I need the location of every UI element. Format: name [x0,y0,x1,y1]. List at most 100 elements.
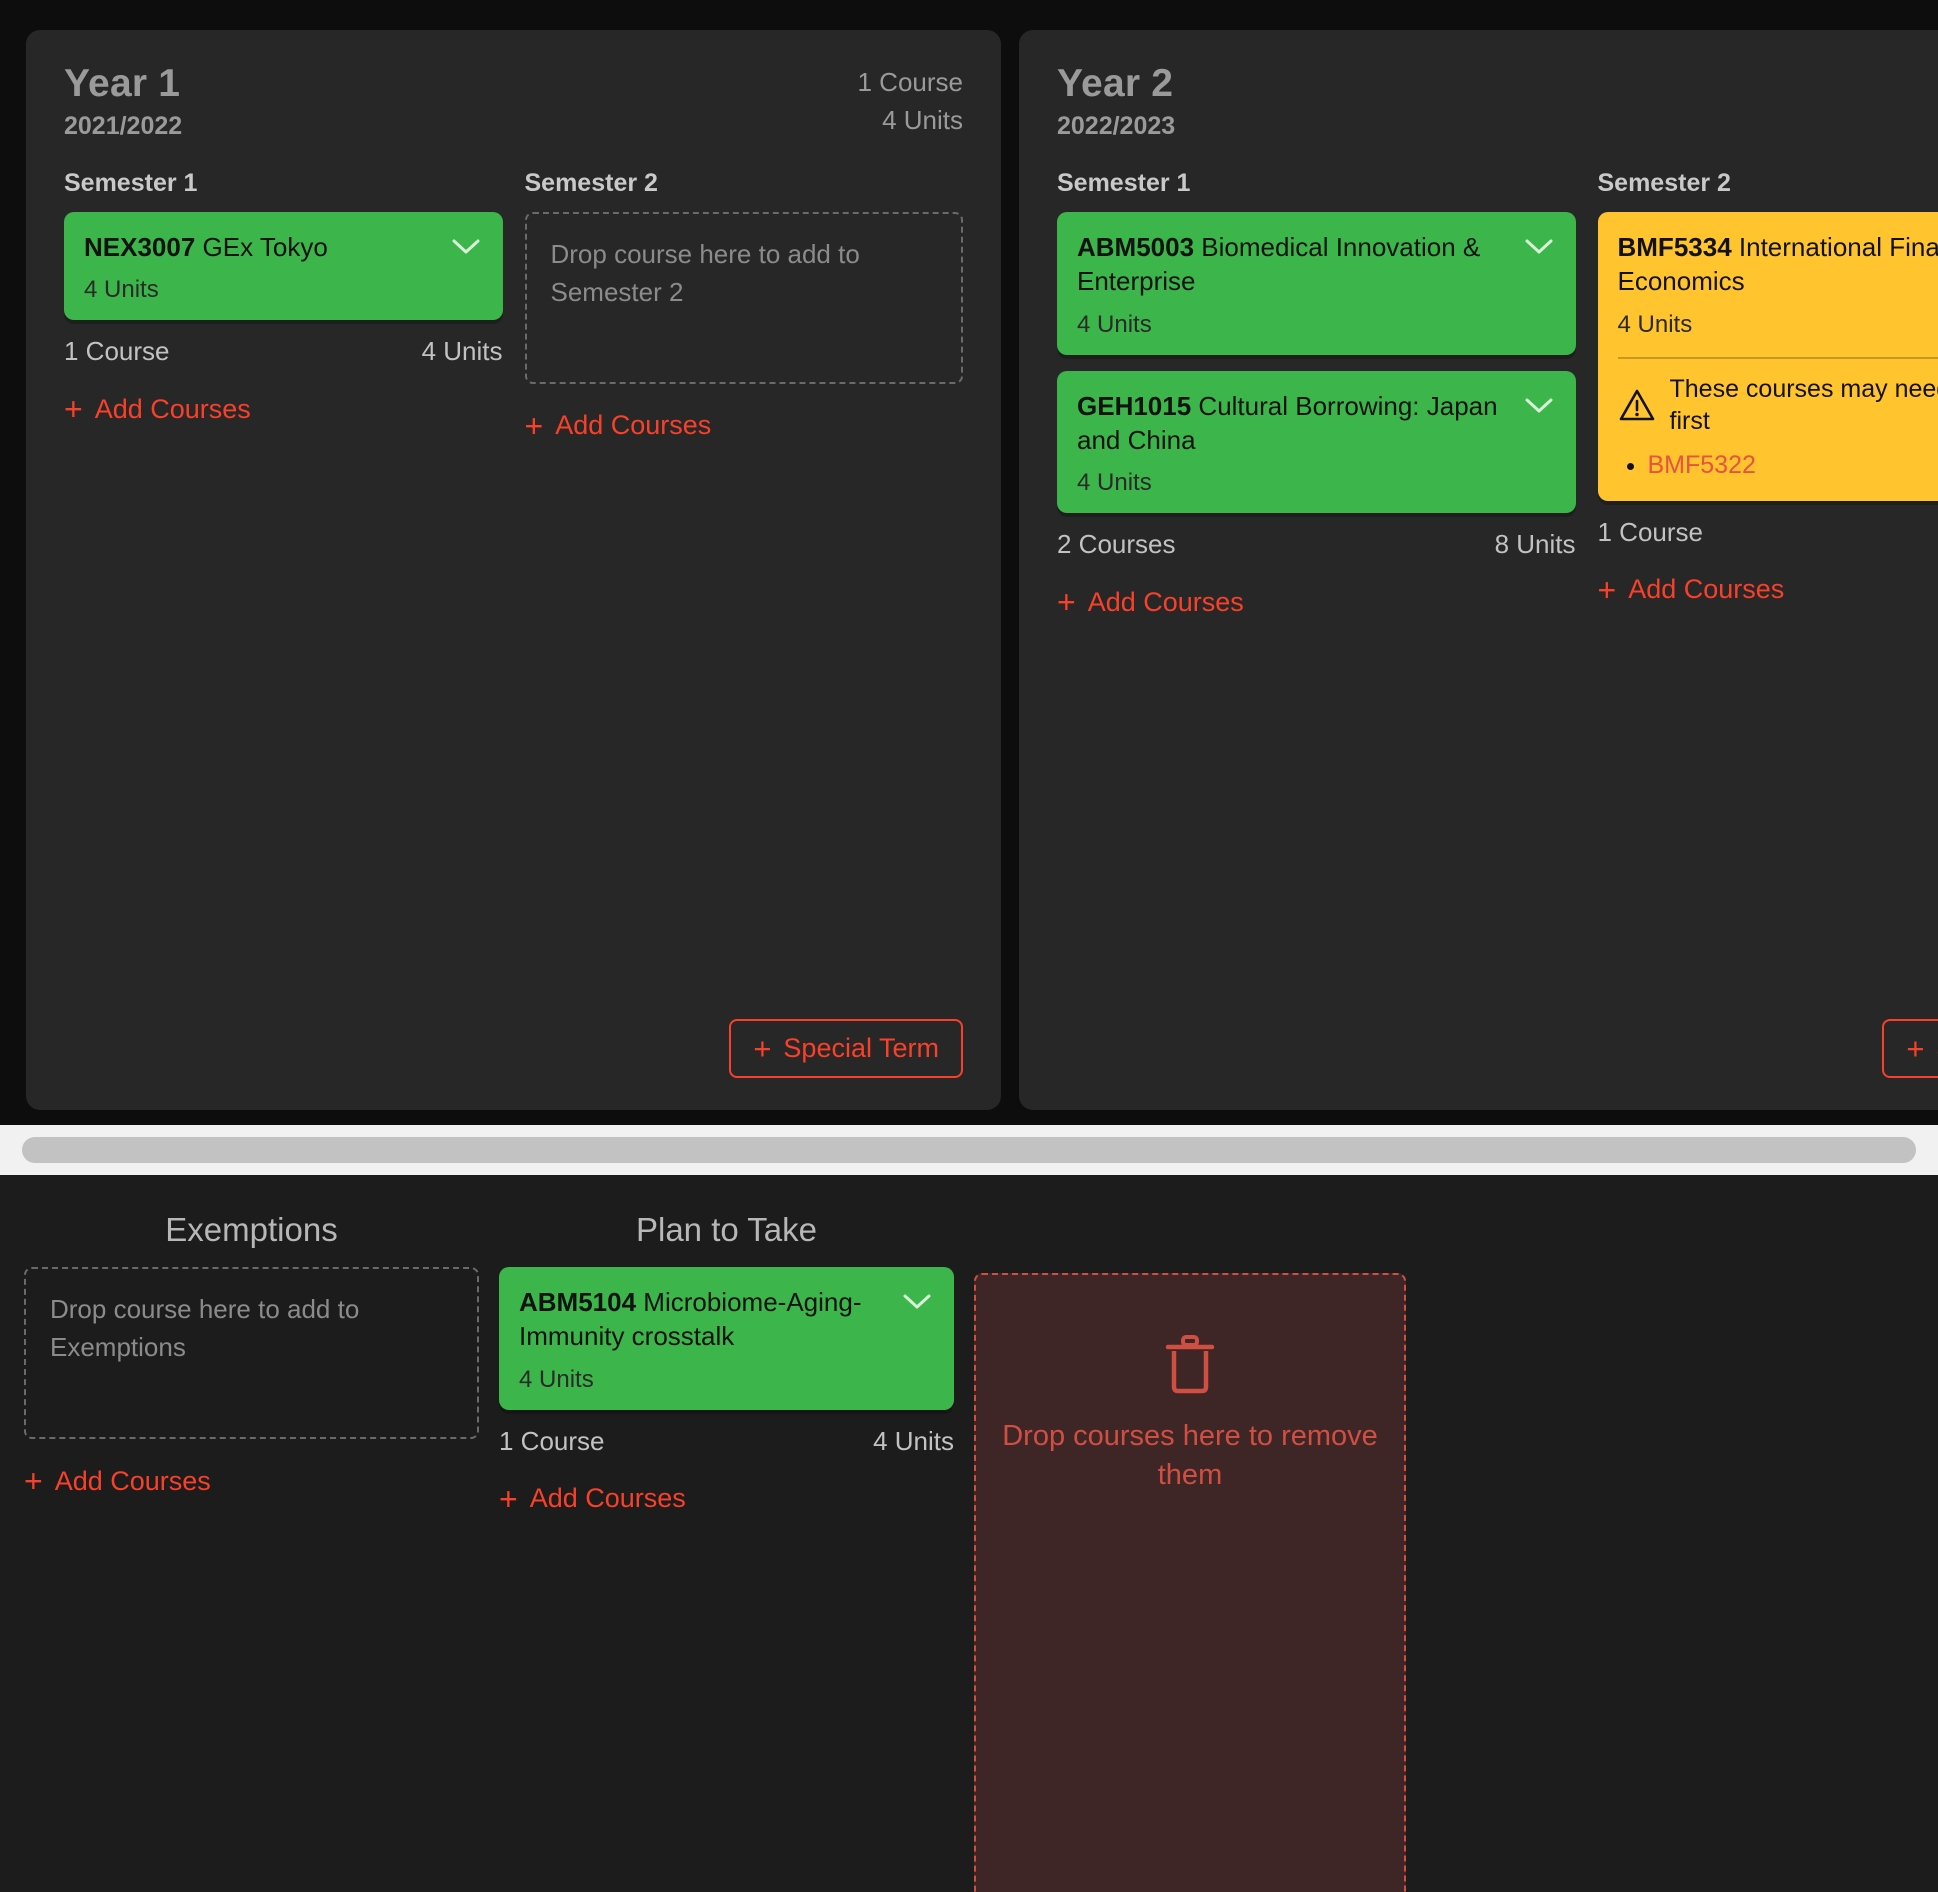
trash-column: Drop courses here to remove them [974,1211,1406,1892]
exemptions-column: Exemptions Drop course here to add to Ex… [24,1211,479,1497]
course-units: 4 Units [84,276,159,304]
course-title: GEH1015 Cultural Borrowing: Japan and Ch… [1077,389,1512,458]
special-term-label: Special Term [783,1033,939,1063]
course-title: ABM5104 Microbiome-Aging-Immunity crosst… [519,1285,890,1354]
horizontal-scrollbar[interactable] [0,1125,1938,1175]
semester-stats: 2 Courses 8 Units [1057,529,1576,560]
plan-courses-count: 1 Course [499,1425,605,1456]
chevron-down-icon[interactable] [1522,233,1556,259]
add-courses-button[interactable]: + Add Courses [525,410,712,442]
add-courses-button[interactable]: + Add Courses [1598,574,1785,606]
bottom-panel: Exemptions Drop course here to add to Ex… [0,1175,1938,1892]
course-units: 4 Units [1617,310,1693,338]
course-units: 4 Units [1077,469,1152,497]
plan-units-count: 4 Units [873,1425,954,1456]
prerequisite-warning: These courses may need to be taken first [1618,373,1938,438]
year-1-semester-2: Semester 2 Drop course here to add to Se… [524,168,963,442]
plus-icon: + [1597,571,1617,608]
plus-icon: + [64,391,83,428]
course-card[interactable]: ABM5104 Microbiome-Aging-Immunity crosst… [499,1267,954,1410]
add-courses-label: Add Courses [54,1465,211,1496]
course-code: ABM5104 [519,1287,637,1317]
scrollbar-thumb[interactable] [22,1137,1916,1163]
course-code: ABM5003 [1077,231,1195,262]
year-panel-2: Year 2 2022/2023 3 Courses 12 Units Seme… [1019,30,1938,1110]
year-1-semester-1: Semester 1 NEX3007 GEx Tokyo 4 Units 1 C… [64,169,503,425]
warning-triangle-icon [1618,387,1656,423]
add-courses-button[interactable]: + Add Courses [499,1483,686,1515]
year-1-units-count: 4 Units [882,104,963,135]
course-card-with-warning[interactable]: BMF5334 International Finance and Econom… [1597,211,1938,501]
add-courses-label: Add Courses [1087,586,1244,617]
course-title: NEX3007 GEx Tokyo [84,230,328,264]
plus-icon: + [753,1031,772,1066]
year-2-header: Year 2 2022/2023 3 Courses 12 Units [1057,62,1938,141]
course-planner-page: Year 1 2021/2022 1 Course 4 Units Semest… [0,0,1938,1892]
year-1-academic-year: 2021/2022 [64,111,183,140]
year-1-title: Year 1 [64,62,181,105]
add-courses-label: Add Courses [94,393,251,424]
course-card-header: ABM5104 Microbiome-Aging-Immunity crosst… [519,1285,934,1354]
add-courses-label: Add Courses [529,1483,686,1514]
course-code: BMF5334 [1617,231,1732,262]
divider [1617,356,1938,359]
year-2-title: Year 2 [1057,62,1174,105]
year-2-semester-2: Semester 2 BMF5334 International Finance… [1597,168,1938,606]
course-card[interactable]: ABM5003 Biomedical Innovation & Enterpri… [1057,211,1576,355]
year-2-academic-year: 2022/2023 [1057,111,1176,140]
year-1-header: Year 1 2021/2022 1 Course 4 Units [64,62,964,141]
year-1-courses-count: 1 Course [857,67,964,97]
course-title: ABM5003 Biomedical Innovation & Enterpri… [1077,230,1512,299]
plus-icon: + [24,1463,43,1499]
add-courses-label: Add Courses [555,410,712,441]
trash-icon [1163,1333,1217,1395]
add-courses-button[interactable]: + Add Courses [1057,586,1244,618]
semester-title: Semester 1 [1057,168,1191,197]
special-term-button[interactable]: + Special Term [729,1019,963,1078]
add-courses-button[interactable]: + Add Courses [24,1465,211,1497]
year-panel-1: Year 1 2021/2022 1 Course 4 Units Semest… [26,30,1001,1110]
semester-units-count: 8 Units [1494,529,1576,560]
course-card-header: NEX3007 GEx Tokyo [84,230,483,264]
year-1-title-block: Year 1 2021/2022 [64,62,183,141]
course-code: GEH1015 [1077,390,1192,421]
chevron-down-icon[interactable] [449,233,483,259]
warning-message: These courses may need to be taken first [1669,374,1938,436]
course-card[interactable]: NEX3007 GEx Tokyo 4 Units [64,211,503,321]
plan-to-take-stats: 1 Course 4 Units [499,1426,954,1457]
semester-stats: 1 Course 4 Units [1598,517,1938,548]
prerequisite-list: BMF5322 [1618,448,1938,483]
years-scroll-viewport[interactable]: Year 1 2021/2022 1 Course 4 Units Semest… [0,0,1938,1125]
course-code: NEX3007 [84,231,196,262]
special-term-button[interactable]: + Special Term [1882,1019,1938,1078]
plus-icon: + [524,407,544,444]
semester-dropzone[interactable]: Drop course here to add to Semester 2 [524,211,963,384]
plus-icon: + [1057,584,1076,621]
plan-to-take-column: Plan to Take ABM5104 Microbiome-Aging-Im… [499,1211,954,1515]
trash-dropzone[interactable]: Drop courses here to remove them [974,1273,1406,1892]
exemptions-dropzone[interactable]: Drop course here to add to Exemptions [24,1267,479,1439]
semester-title: Semester 1 [64,168,198,197]
trash-label: Drop courses here to remove them [1002,1420,1378,1492]
year-1-semesters: Semester 1 NEX3007 GEx Tokyo 4 Units 1 C… [64,169,963,442]
semester-units-count: 4 Units [421,336,503,367]
year-2-semester-1: Semester 1 ABM5003 Biomedical Innovation… [1057,169,1576,618]
prerequisite-item[interactable]: BMF5322 [1648,448,1938,483]
semester-title: Semester 2 [1597,168,1731,197]
chevron-down-icon[interactable] [1522,392,1556,418]
semester-courses-count: 1 Course [64,336,170,367]
add-courses-label: Add Courses [1628,574,1785,605]
plan-to-take-title: Plan to Take [635,1211,818,1248]
course-card[interactable]: GEH1015 Cultural Borrowing: Japan and Ch… [1057,370,1576,514]
course-units: 4 Units [1077,310,1152,338]
plus-icon: + [499,1480,518,1517]
chevron-down-icon[interactable] [900,1288,934,1314]
course-card-header: GEH1015 Cultural Borrowing: Japan and Ch… [1077,389,1556,458]
course-card-header: BMF5334 International Finance and Econom… [1618,230,1938,299]
course-title: BMF5334 International Finance and Econom… [1618,230,1938,299]
add-courses-button[interactable]: + Add Courses [64,393,251,425]
semester-title: Semester 2 [524,168,658,197]
semester-courses-count: 1 Course [1597,516,1704,547]
plus-icon: + [1906,1031,1925,1066]
exemptions-title: Exemptions [165,1211,338,1248]
